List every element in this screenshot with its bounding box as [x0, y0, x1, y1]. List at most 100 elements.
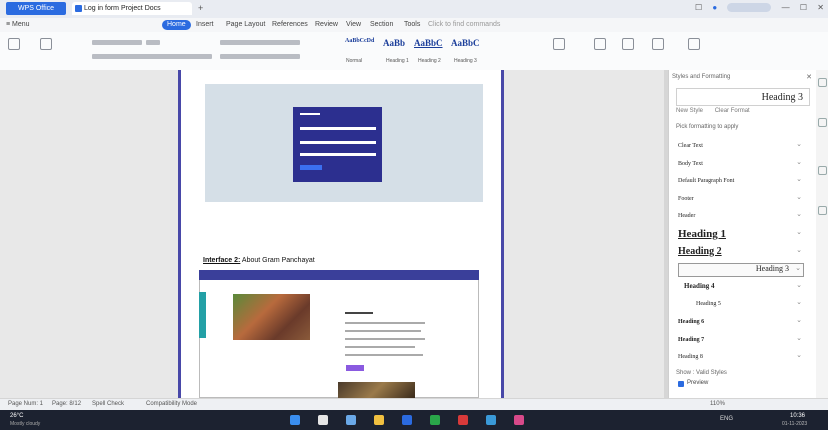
font-format-buttons[interactable]	[92, 54, 212, 59]
photos-icon[interactable]	[514, 415, 524, 425]
show-styles-filter[interactable]: Show : Valid Styles	[676, 370, 727, 376]
font-size-box[interactable]	[146, 40, 160, 45]
paste-icon[interactable]	[8, 38, 20, 50]
tab-view[interactable]: View	[346, 20, 361, 30]
close-button[interactable]: ✕	[817, 3, 824, 12]
style-item[interactable]: Header ⌄	[678, 210, 804, 224]
paragraph-buttons-top[interactable]	[220, 40, 300, 45]
style-item[interactable]: Footer ⌄	[678, 193, 804, 207]
style-item[interactable]: Clear Text ⌄	[678, 140, 804, 154]
style-heading1-sample[interactable]: AaBb	[383, 38, 405, 48]
zoom-level[interactable]: 110%	[710, 401, 725, 407]
chevron-down-icon[interactable]: ⌄	[796, 228, 802, 236]
menu-main[interactable]: ≡ Menu	[6, 20, 30, 30]
style-heading3-sample[interactable]: AaBbC	[451, 38, 480, 48]
chevron-down-icon[interactable]: ⌄	[796, 316, 802, 324]
chevron-down-icon[interactable]: ⌄	[796, 334, 802, 342]
browser-icon[interactable]	[402, 415, 412, 425]
task-view-icon[interactable]	[346, 415, 356, 425]
website-crowd-photo	[233, 294, 310, 340]
selection-icon[interactable]	[818, 166, 827, 175]
style-item[interactable]: Heading 3 ⌄	[678, 263, 804, 278]
chevron-down-icon[interactable]: ⌄	[796, 281, 802, 289]
new-tab-button[interactable]: +	[198, 3, 203, 13]
interface-caption: Interface 2: About Gram Panchayat	[203, 257, 315, 264]
maximize-button[interactable]: ☐	[800, 3, 807, 12]
tab-review[interactable]: Review	[315, 20, 338, 30]
chevron-down-icon[interactable]: ⌄	[796, 351, 802, 359]
format-painter-icon[interactable]	[40, 38, 52, 50]
tab-home[interactable]: Home	[162, 20, 191, 30]
chevron-down-icon[interactable]: ⌄	[796, 140, 802, 148]
tab-references[interactable]: References	[272, 20, 308, 30]
chevron-down-icon[interactable]: ⌄	[796, 210, 802, 218]
clock-time[interactable]: 10:36	[790, 413, 805, 419]
close-icon[interactable]: ✕	[806, 73, 812, 81]
wps-home-tab[interactable]: WPS Office	[6, 2, 66, 15]
chrome-icon[interactable]	[486, 415, 496, 425]
menu-bar: ≡ Menu Home Insert Page Layout Reference…	[0, 18, 828, 32]
clear-format-button[interactable]: Clear Format	[715, 108, 750, 114]
style-item[interactable]: Heading 5 ⌄	[678, 298, 804, 312]
chevron-down-icon[interactable]: ⌄	[796, 298, 802, 306]
paragraph-buttons-bottom[interactable]	[220, 54, 300, 59]
store-icon[interactable]	[430, 415, 440, 425]
chevron-down-icon[interactable]: ⌄	[796, 158, 802, 166]
style-item[interactable]: Default Paragraph Font ⌄	[678, 175, 804, 189]
language-indicator[interactable]: ENG	[720, 416, 733, 422]
user-name-pill[interactable]	[727, 3, 772, 13]
status-page-count[interactable]: Page: 8/12	[52, 401, 81, 407]
style-item-label: Heading 7	[678, 336, 705, 343]
format-icon[interactable]	[818, 118, 827, 127]
tools-icon[interactable]	[818, 206, 827, 215]
style-item[interactable]: Heading 2 ⌄	[678, 246, 804, 260]
select-icon[interactable]	[622, 38, 634, 50]
layout-icon[interactable]: ☐	[695, 3, 702, 12]
start-icon[interactable]	[290, 415, 300, 425]
website-social-sidebar	[199, 292, 206, 338]
style-heading2-sample[interactable]: AaBbC	[414, 38, 443, 48]
find-replace-icon[interactable]	[594, 38, 606, 50]
styles-pane-header: Styles and Formatting ✕	[672, 74, 812, 82]
tab-insert[interactable]: Insert	[196, 20, 214, 30]
search-icon[interactable]	[318, 415, 328, 425]
tab-tools[interactable]: Tools	[404, 20, 420, 30]
style-item[interactable]: Heading 6 ⌄	[678, 316, 804, 330]
login-panel-image	[293, 107, 382, 182]
clock-date: 01-11-2023	[782, 421, 808, 427]
styles-gallery-icon[interactable]	[553, 38, 565, 50]
style-item[interactable]: Heading 7 ⌄	[678, 334, 804, 348]
style-item[interactable]: Heading 8 ⌄	[678, 351, 804, 365]
website-nav-bar	[199, 270, 479, 280]
chevron-down-icon[interactable]: ⌄	[796, 175, 802, 183]
font-name-box[interactable]	[92, 40, 142, 45]
style-item[interactable]: Body Text ⌄	[678, 158, 804, 172]
chevron-down-icon[interactable]: ⌄	[796, 246, 802, 254]
chevron-down-icon[interactable]: ⌄	[796, 193, 802, 201]
status-compat-mode[interactable]: Compatibility Mode	[146, 401, 197, 407]
style-item[interactable]: Heading 4 ⌄	[678, 281, 804, 295]
tab-page-layout[interactable]: Page Layout	[226, 20, 265, 30]
chevron-down-icon[interactable]: ⌄	[795, 264, 801, 272]
tab-section[interactable]: Section	[370, 20, 393, 30]
pane-toggle-icon[interactable]	[818, 78, 827, 87]
preview-checkbox[interactable]	[678, 381, 684, 387]
minimize-button[interactable]: —	[782, 3, 790, 12]
file-explorer-icon[interactable]	[374, 415, 384, 425]
weather-temp[interactable]: 26°C	[10, 413, 23, 419]
website-text-line-5	[345, 354, 423, 356]
wps-office-icon[interactable]	[458, 415, 468, 425]
status-page-num[interactable]: Page Num: 1	[8, 401, 43, 407]
sort-icon[interactable]	[688, 38, 700, 50]
style-item[interactable]: Heading 1 ⌄	[678, 228, 804, 242]
status-spell-check[interactable]: Spell Check	[92, 401, 124, 407]
settings-icon[interactable]	[652, 38, 664, 50]
new-style-button[interactable]: New Style	[676, 108, 703, 114]
document-tab[interactable]: Log in form Project Docs	[72, 2, 192, 15]
login-field-2	[300, 141, 376, 144]
style-item-label: Heading 4	[684, 281, 715, 290]
style-normal-sample[interactable]: AaBbCcDd	[345, 38, 374, 44]
command-search[interactable]: Click to find commands	[428, 20, 500, 30]
account-icon[interactable]: ●	[712, 3, 717, 12]
style-item-label: Header	[678, 213, 696, 220]
